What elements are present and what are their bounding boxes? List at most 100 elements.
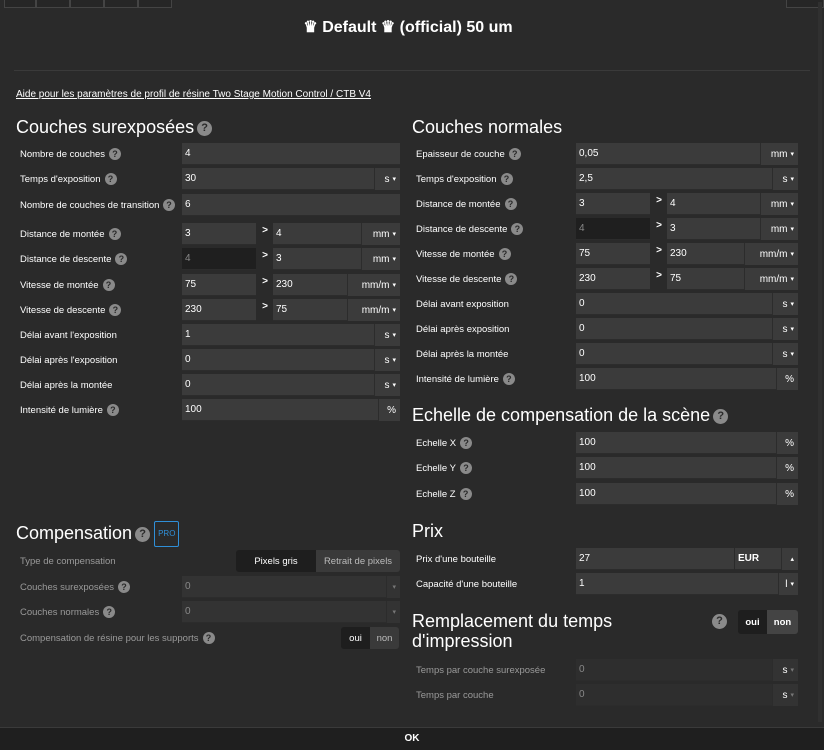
range-to-input[interactable]: 75	[667, 268, 744, 290]
range-from-input[interactable]: 75	[182, 274, 256, 296]
chevron-down-icon[interactable]: ▾	[386, 576, 400, 598]
unit-select[interactable]: mm ▾	[760, 218, 798, 240]
chevron-down-icon[interactable]: ▾	[386, 601, 400, 623]
normal-exposure-input[interactable]: 2,5	[576, 168, 772, 190]
help-icon[interactable]: ?	[202, 632, 215, 644]
option-pixel-erosion[interactable]: Retrait de pixels	[316, 550, 400, 572]
unit-select[interactable]: s ▾	[772, 168, 798, 190]
range-to-input[interactable]: 3	[273, 248, 361, 270]
unit-select[interactable]: mm ▾	[760, 193, 798, 215]
range-from-input[interactable]: 75	[576, 243, 650, 265]
help-icon[interactable]: ?	[109, 304, 122, 316]
range-to-input[interactable]: 4	[273, 223, 361, 245]
help-icon[interactable]: ?	[460, 437, 473, 449]
help-icon[interactable]: ?	[508, 148, 521, 160]
unit-select[interactable]: s ▾	[772, 659, 798, 681]
time-layer-input[interactable]: 0	[576, 684, 772, 706]
help-icon[interactable]: ?	[115, 253, 128, 265]
help-icon[interactable]: ?	[505, 273, 518, 285]
scale-x-input[interactable]: 100	[576, 432, 776, 454]
unit-select[interactable]: mm/m ▾	[347, 274, 400, 296]
help-icon[interactable]: ?	[502, 373, 515, 385]
help-icon[interactable]: ?	[498, 248, 511, 260]
unit-select[interactable]: s ▾	[772, 293, 798, 315]
currency-field[interactable]: EUR	[735, 548, 781, 570]
compensation-normal-input[interactable]: 0	[182, 601, 386, 623]
wait-lift-input[interactable]: 0	[182, 374, 374, 396]
unit-select[interactable]: mm ▾	[361, 223, 400, 245]
unit-select[interactable]: s ▾	[374, 374, 400, 396]
help-icon[interactable]: ?	[104, 173, 117, 185]
tab-stub[interactable]	[70, 0, 104, 8]
help-icon[interactable]: ?	[118, 581, 130, 593]
overexposed-count-input[interactable]: 4	[182, 143, 400, 165]
help-link[interactable]: Aide pour les paramètres de profil de ré…	[16, 89, 371, 100]
help-icon[interactable]: ?	[103, 606, 116, 618]
wait-after-input[interactable]: 0	[576, 318, 772, 340]
tab-stub[interactable]	[36, 0, 70, 8]
range-from-input[interactable]: 3	[182, 223, 256, 245]
range-from-input[interactable]: 230	[182, 299, 256, 321]
help-icon[interactable]: ?	[459, 488, 472, 500]
wait-before-input[interactable]: 1	[182, 324, 374, 346]
help-icon[interactable]: ?	[163, 199, 175, 211]
range-to-input[interactable]: 230	[667, 243, 744, 265]
overexposed-transition-input[interactable]: 6	[182, 194, 400, 216]
unit-select[interactable]: s ▾	[374, 168, 400, 190]
ok-button[interactable]: OK	[0, 727, 824, 750]
scale-z-input[interactable]: 100	[576, 483, 776, 505]
unit-select[interactable]: mm/m ▾	[744, 268, 798, 290]
unit-select[interactable]: s ▾	[374, 324, 400, 346]
scale-y-input[interactable]: 100	[576, 457, 776, 479]
overexposed-exposure-input[interactable]: 30	[182, 168, 374, 190]
compensation-type-toggle[interactable]: Pixels gris Retrait de pixels	[236, 550, 400, 572]
print-time-override-toggle[interactable]: oui non	[738, 610, 798, 634]
tab-stub[interactable]	[4, 0, 36, 8]
help-icon[interactable]: ?	[108, 228, 121, 240]
support-compensation-toggle[interactable]: oui non	[341, 627, 399, 649]
tab-stub[interactable]	[138, 0, 172, 8]
help-icon[interactable]: ?	[459, 462, 472, 474]
wait-lift-input[interactable]: 0	[576, 343, 772, 365]
range-from-input[interactable]: 4	[182, 248, 256, 270]
unit-select[interactable]: mm ▾	[361, 248, 400, 270]
help-icon[interactable]: ?	[106, 404, 119, 416]
unit-select[interactable]: s ▾	[772, 343, 798, 365]
unit-select[interactable]: s ▾	[374, 349, 400, 371]
unit-select[interactable]: s ▾	[772, 684, 798, 706]
option-gray-pixels[interactable]: Pixels gris	[236, 550, 316, 572]
tab-stub[interactable]	[104, 0, 138, 8]
help-icon[interactable]: ?	[135, 526, 151, 542]
bottle-price-input[interactable]: 27	[576, 548, 734, 570]
help-icon[interactable]: ?	[712, 614, 727, 629]
wait-after-input[interactable]: 0	[182, 349, 374, 371]
help-icon[interactable]: ?	[102, 279, 115, 291]
help-icon[interactable]: ?	[713, 408, 729, 424]
chevron-up-icon[interactable]: ▴	[781, 548, 798, 570]
layer-thickness-input[interactable]: 0,05	[576, 143, 760, 165]
range-from-input[interactable]: 3	[576, 193, 650, 215]
range-to-input[interactable]: 3	[667, 218, 760, 240]
compensation-over-input[interactable]: 0	[182, 576, 386, 598]
bottle-capacity-input[interactable]: 1	[576, 573, 778, 595]
unit-select[interactable]: mm ▾	[760, 143, 798, 165]
help-icon[interactable]: ?	[504, 198, 517, 210]
range-to-input[interactable]: 75	[273, 299, 347, 321]
help-icon[interactable]: ?	[109, 148, 122, 160]
help-icon[interactable]: ?	[197, 120, 213, 136]
scrollbar[interactable]	[818, 2, 822, 722]
range-from-input[interactable]: 230	[576, 268, 650, 290]
time-over-input[interactable]: 0	[576, 659, 772, 681]
light-intensity-input[interactable]: 100	[576, 368, 776, 390]
option-yes[interactable]: oui	[341, 627, 370, 649]
option-no[interactable]: non	[767, 610, 798, 634]
unit-select[interactable]: mm/m ▾	[347, 299, 400, 321]
unit-select[interactable]: s ▾	[772, 318, 798, 340]
option-yes[interactable]: oui	[738, 610, 767, 634]
range-from-input[interactable]: 4	[576, 218, 650, 240]
unit-select[interactable]: l ▾	[778, 573, 798, 595]
help-icon[interactable]: ?	[511, 223, 524, 235]
light-intensity-input[interactable]: 100	[182, 399, 378, 421]
range-to-input[interactable]: 230	[273, 274, 347, 296]
wait-before-input[interactable]: 0	[576, 293, 772, 315]
